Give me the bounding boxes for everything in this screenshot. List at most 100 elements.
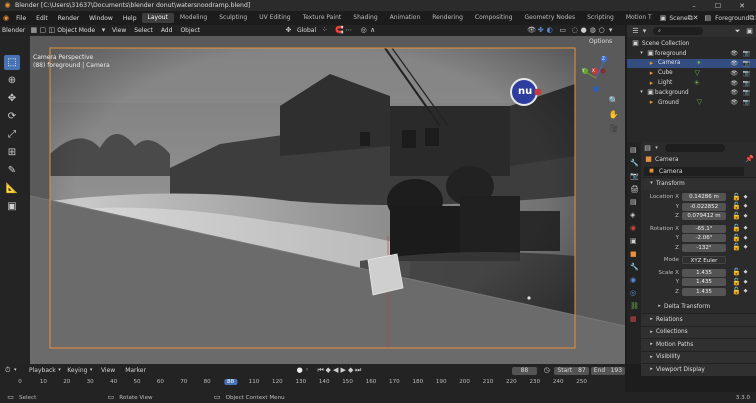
tab-compositing[interactable]: Compositing [469,13,519,23]
transform-tool-icon[interactable]: ⊞ [4,145,20,160]
snap-icon[interactable]: 🧲 [335,26,344,35]
constraints-tab-icon[interactable]: ⛓ [630,303,639,311]
jump-end-icon[interactable]: ⏭ [354,366,362,375]
menu-keying[interactable]: Keying [67,367,87,374]
output-tab-icon[interactable]: 🖨 [630,186,639,194]
gizmo-axis-z[interactable]: Z [602,56,605,61]
lock-icon[interactable]: 🔓 [732,287,741,296]
tab-motion-tracking[interactable]: Motion T [620,13,658,23]
object-tab-icon[interactable]: ■ [630,251,638,259]
transform-orientation-dropdown[interactable]: Global [293,27,320,34]
lock-icon[interactable]: 🔓 [732,278,741,287]
menu-window[interactable]: Window [84,15,118,22]
visibility-panel[interactable]: ▸ Visibility [641,350,756,363]
outliner-search-input[interactable]: ⌕ [653,27,703,35]
tab-modeling[interactable]: Modeling [174,13,213,23]
gizmo-axis-x[interactable]: X [592,68,595,73]
modifier-tab-icon[interactable]: 🔧 [630,264,639,272]
render-camera-icon[interactable]: 📷 [743,80,750,87]
outliner-item-ground[interactable]: ▸ Ground ▽ 👁 📷 [627,98,756,108]
rotate-tool-icon[interactable]: ⟳ [4,109,20,124]
editor-type-icon[interactable]: ▦ [29,26,38,35]
end-frame-field[interactable]: End 193 [590,366,626,375]
keyframe-icon[interactable]: ◆ [741,278,750,287]
visibility-eye-icon[interactable]: 👁 [730,50,738,57]
tab-sculpting[interactable]: Sculpting [213,13,253,23]
particles-tab-icon[interactable]: ◉ [630,277,638,285]
outliner-item-cube[interactable]: ▸ Cube ▽ 👁 📷 [627,68,756,78]
lock-icon[interactable]: 🔓 [732,234,741,243]
options-dropdown[interactable]: Options [589,38,612,45]
rotation-y-field[interactable]: -2.06° [682,234,726,243]
tab-animation[interactable]: Animation [384,13,427,23]
lock-icon[interactable]: 🔓 [732,243,741,252]
keyframe-icon[interactable]: ◆ [741,234,750,243]
scale-x-field[interactable]: 1.435 [682,268,726,277]
shading-options-icon[interactable]: ▾ [606,26,615,35]
outliner-editor-icon[interactable]: ☰ [631,27,640,36]
properties-search-input[interactable] [665,144,725,152]
scale-y-field[interactable]: 1.435 [682,278,726,287]
new-collection-icon[interactable]: ▣ [745,27,754,36]
auto-keying-icon[interactable]: ◦ [303,366,311,375]
scale-tool-icon[interactable]: ⤢ [4,127,20,142]
keyframe-icon[interactable]: ◆ [741,193,750,202]
tab-geometry-nodes[interactable]: Geometry Nodes [519,13,582,23]
play-reverse-icon[interactable]: ◀ [332,366,340,375]
lock-icon[interactable]: 🔓 [732,224,741,233]
visibility-eye-icon[interactable]: 👁 [730,80,738,87]
overlays-icon[interactable]: ◐ [545,26,554,35]
shading-wireframe-icon[interactable]: ◌ [570,26,579,35]
location-y-field[interactable]: -0.022852 [682,202,726,211]
keyframe-icon[interactable]: ◆ [741,224,750,233]
menu-view[interactable]: View [108,27,130,34]
visibility-icon[interactable]: 👁 [527,26,536,35]
xray-icon[interactable]: ▭ [558,26,567,35]
scene-selector[interactable]: Scene [669,15,687,22]
mode-dropdown[interactable]: Object Mode [56,27,99,34]
menu-playback[interactable]: Playback [29,367,56,374]
tab-uv-editing[interactable]: UV Editing [253,13,296,23]
chevron-down-icon[interactable]: ▾ [652,144,661,153]
rotation-mode-dropdown[interactable]: XYZ Euler [682,256,726,265]
timeline-editor-icon[interactable]: ⏱ [4,366,12,375]
snap-target-icon[interactable]: ⋯ [344,26,353,35]
motion-paths-panel[interactable]: ▸ Motion Paths [641,338,756,351]
outliner-item-light[interactable]: ▸ Light ☀ 👁 📷 [627,78,756,88]
transform-panel-header[interactable]: ▾ Transform [641,177,756,190]
pan-icon[interactable]: ✋ [609,110,619,119]
scene-tab-icon[interactable]: ◈ [630,212,638,220]
properties-editor-icon[interactable]: ▤ [630,147,638,155]
menu-view[interactable]: View [101,367,115,374]
clock-icon[interactable]: ◷ [543,366,551,375]
close-button[interactable]: ✕ [732,0,752,11]
scale-z-field[interactable]: 1.435 [682,287,726,296]
measure-tool-icon[interactable]: 📐 [4,181,20,196]
keyframe-icon[interactable]: ◆ [741,212,750,221]
outliner-item-camera[interactable]: ▸ Camera ✦ 👁 📷 [627,58,756,69]
render-camera-icon[interactable]: 📷 [743,70,750,77]
add-cube-tool-icon[interactable]: ▣ [4,199,20,214]
menu-object[interactable]: Object [176,27,204,34]
camera-view-icon[interactable]: 🎥 [609,124,619,133]
keyframe-icon[interactable]: ◆ [741,243,750,252]
menu-marker[interactable]: Marker [125,367,146,374]
delta-transform-panel[interactable]: ▸ Delta Transform [641,300,756,313]
view-layer-tab-icon[interactable]: ▤ [630,199,638,207]
rotation-x-field[interactable]: -65.1° [682,224,726,233]
shading-rendered-icon[interactable]: ○ [597,26,606,35]
filter-icon[interactable]: ⏷ [733,27,742,36]
rotation-z-field[interactable]: -132° [682,243,726,252]
visibility-eye-icon[interactable]: 👁 [730,60,738,67]
jump-start-icon[interactable]: ⏮ [317,366,325,375]
blender-menu-icon[interactable]: ◉ [3,14,9,23]
minimize-button[interactable]: – [684,0,704,11]
falloff-icon[interactable]: ∧ [368,26,377,35]
timeline-ruler[interactable]: 0 10 20 30 40 50 60 70 80 88 110 120 130 140 150 160 170… [0,378,625,388]
zoom-icon[interactable]: 🔍 [609,96,619,105]
display-mode-icon[interactable]: ▾ [640,27,649,36]
lock-icon[interactable]: 🔓 [732,268,741,277]
relations-panel[interactable]: ▸ Relations [641,313,756,326]
current-frame-field[interactable]: 88 [511,366,537,375]
gizmo-axis-y[interactable]: Y [582,68,584,73]
